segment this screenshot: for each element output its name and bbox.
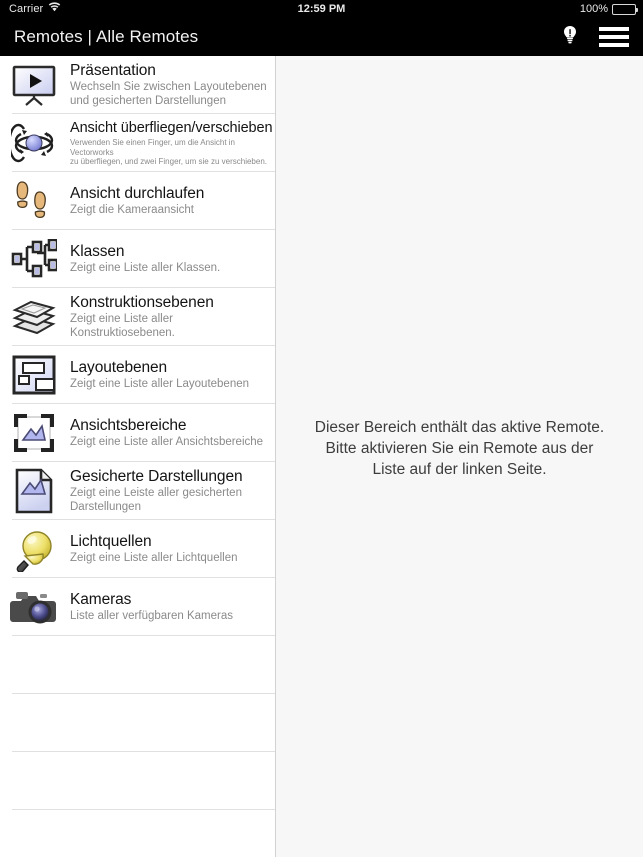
list-item-empty — [0, 752, 275, 810]
list-item-empty — [0, 694, 275, 752]
list-item-konstruktionsebenen[interactable]: Konstruktionsebenen Zeigt eine Liste all… — [0, 288, 275, 346]
status-bar-right: 100% — [579, 0, 638, 18]
list-item-title: Lichtquellen — [70, 532, 152, 550]
list-item-empty — [0, 636, 275, 694]
split-view: Präsentation Wechseln Sie zwischen Layou… — [0, 56, 643, 857]
lightbulb-button[interactable] — [557, 22, 583, 52]
list-item-subtitle: Zeigt eine Liste aller Lichtquellen — [70, 551, 238, 564]
lightbulb-icon — [8, 525, 60, 573]
camera-icon — [8, 583, 60, 631]
lightbulb-icon — [563, 25, 577, 49]
orbit-sphere-icon — [8, 119, 60, 167]
remotes-list: Präsentation Wechseln Sie zwischen Layou… — [0, 56, 276, 857]
list-item-title: Gesicherte Darstellungen — [70, 468, 243, 485]
list-item-text: Ansicht überfliegen/verschieben Verwende… — [60, 119, 275, 167]
list-item-title: Layoutebenen — [70, 358, 168, 376]
list-item-subtitle: Zeigt eine Leiste aller gesicherten Dars… — [70, 487, 242, 513]
list-item-subtitle: Wechseln Sie zwischen Layoutebenen und g… — [70, 81, 267, 107]
list-item-subtitle: Zeigt eine Liste aller Konstruktiosebene… — [70, 313, 175, 339]
stacked-layers-icon — [8, 293, 60, 341]
list-item-layoutebenen[interactable]: Layoutebenen Zeigt eine Liste aller Layo… — [0, 346, 275, 404]
list-item-subtitle: Zeigt eine Liste aller Klassen. — [70, 261, 221, 274]
list-item-text: Präsentation Wechseln Sie zwischen Layou… — [60, 62, 271, 108]
list-item-ansichtsbereiche[interactable]: Ansichtsbereiche Zeigt eine Liste aller … — [0, 404, 275, 462]
battery-full-icon — [612, 3, 638, 15]
list-item-ansicht-durchlaufen[interactable]: Ansicht durchlaufen Zeigt die Kameraansi… — [0, 172, 275, 230]
list-item-empty — [0, 810, 275, 857]
viewport-crop-icon — [8, 409, 60, 457]
list-item-ansicht-ueberfliegen[interactable]: Ansicht überfliegen/verschieben Verwende… — [0, 114, 275, 172]
list-item-text: Ansichtsbereiche Zeigt eine Liste aller … — [60, 417, 267, 450]
list-item-title: Ansichtsbereiche — [70, 416, 187, 434]
saved-view-document-icon — [8, 467, 60, 515]
detail-placeholder-message: Dieser Bereich enthält das aktive Remote… — [314, 419, 605, 478]
list-item-title: Klassen — [70, 242, 125, 260]
list-item-text: Layoutebenen Zeigt eine Liste aller Layo… — [60, 359, 253, 392]
list-item-text: Ansicht durchlaufen Zeigt die Kameraansi… — [60, 185, 208, 218]
list-item-praesentation[interactable]: Präsentation Wechseln Sie zwischen Layou… — [0, 56, 275, 114]
list-item-text: Gesicherte Darstellungen Zeigt eine Leis… — [60, 468, 247, 514]
footprints-icon — [8, 177, 60, 225]
list-item-lichtquellen[interactable]: Lichtquellen Zeigt eine Liste aller Lich… — [0, 520, 275, 578]
status-bar-clock: 12:59 PM — [297, 3, 346, 15]
sheet-layer-icon — [8, 351, 60, 399]
app-root: Carrier 12:59 PM 100% Remotes | Alle Rem… — [0, 0, 643, 857]
list-item-subtitle: Zeigt die Kameraansicht — [70, 203, 195, 216]
battery-percent-label: 100% — [579, 3, 608, 15]
list-item-text: Lichtquellen Zeigt eine Liste aller Lich… — [60, 533, 242, 566]
list-item-klassen[interactable]: Klassen Zeigt eine Liste aller Klassen. — [0, 230, 275, 288]
page-title: Remotes | Alle Remotes — [14, 27, 199, 46]
list-item-title: Präsentation — [70, 62, 156, 79]
list-item-subtitle: Liste aller verfügbaren Kameras — [70, 609, 233, 622]
status-bar: Carrier 12:59 PM 100% — [0, 0, 643, 18]
detail-pane: Dieser Bereich enthält das aktive Remote… — [276, 56, 643, 857]
list-item-title: Ansicht durchlaufen — [70, 184, 205, 202]
list-item-subtitle: Zeigt eine Liste aller Ansichtsbereiche — [70, 435, 264, 448]
list-item-text: Klassen Zeigt eine Liste aller Klassen. — [60, 243, 224, 276]
list-item-gesicherte-darstellungen[interactable]: Gesicherte Darstellungen Zeigt eine Leis… — [0, 462, 275, 520]
list-item-text: Kameras Liste aller verfügbaren Kameras — [60, 591, 237, 624]
list-item-title: Ansicht überfliegen/verschieben — [70, 120, 273, 137]
list-item-title: Kameras — [70, 590, 132, 608]
list-item-subtitle: Zeigt eine Liste aller Layoutebenen — [70, 377, 250, 390]
list-item-title: Konstruktionsebenen — [70, 294, 214, 311]
navigation-actions — [557, 18, 635, 56]
list-item-text: Konstruktionsebenen Zeigt eine Liste all… — [60, 294, 218, 340]
list-item-kameras[interactable]: Kameras Liste aller verfügbaren Kameras — [0, 578, 275, 636]
presentation-screen-icon — [8, 61, 60, 109]
hamburger-menu-icon[interactable] — [599, 22, 635, 52]
navigation-bar: Remotes | Alle Remotes — [0, 18, 643, 56]
list-item-subtitle: Verwenden Sie einen Finger, um die Ansic… — [70, 138, 267, 167]
class-hierarchy-icon — [8, 235, 60, 283]
